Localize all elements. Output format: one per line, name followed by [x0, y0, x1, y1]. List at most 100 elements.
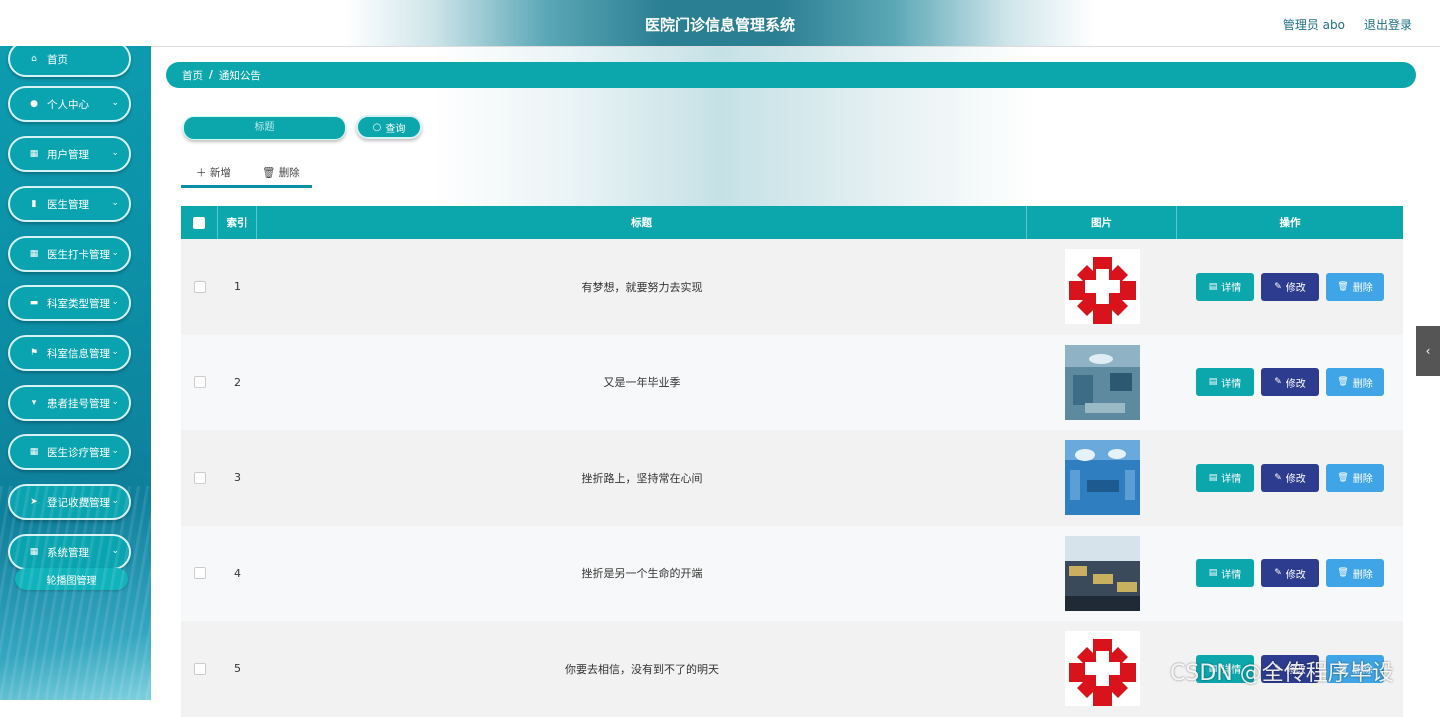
- chat-icon: ▬: [29, 298, 39, 308]
- row-checkbox[interactable]: [193, 376, 206, 389]
- app-title: 医院门诊信息管理系统: [644, 16, 795, 34]
- top-header: 医院门诊信息管理系统 管理员 abo 退出登录: [0, 0, 1440, 47]
- edit-button-label: 修改: [1285, 569, 1306, 581]
- chevron-down-icon: ⌄: [111, 248, 119, 258]
- sidebar-item-doctors[interactable]: ▮ 医生管理 ⌄: [8, 186, 131, 222]
- sidebar-item-label: 患者挂号管理: [47, 397, 110, 410]
- edit-button-label: 修改: [1285, 283, 1306, 295]
- header-image: 图片: [1027, 206, 1177, 239]
- flag-icon: ⚑: [29, 348, 39, 358]
- edit-button[interactable]: ✎ 修改: [1261, 463, 1319, 492]
- row-actions: ▤ 详情 ✎ 修改 🗑 删除: [1177, 430, 1403, 526]
- chevron-down-icon: ⌄: [111, 148, 119, 158]
- breadcrumb-separator: /: [209, 69, 213, 81]
- row-checkbox[interactable]: [193, 471, 206, 484]
- edit-button[interactable]: ✎ 修改: [1261, 368, 1319, 397]
- batch-delete-label: 删除: [278, 167, 300, 179]
- chevron-down-icon: ⌄: [111, 98, 119, 108]
- sidebar-item-system[interactable]: ▦ 系统管理 ⌄: [8, 534, 131, 570]
- trash-icon: 🗑: [1337, 472, 1349, 483]
- edit-button-label: 修改: [1285, 378, 1306, 390]
- select-all-checkbox[interactable]: [193, 216, 205, 229]
- row-index: 5: [234, 662, 241, 676]
- sidebar-subitem-carousel[interactable]: 轮播图管理: [15, 568, 128, 590]
- edit-button[interactable]: ✎ 修改: [1261, 559, 1319, 588]
- breadcrumb-home[interactable]: 首页: [182, 68, 203, 83]
- sidebar-item-home[interactable]: ⌂ 首页: [8, 46, 131, 77]
- pencil-icon: ✎: [1274, 568, 1282, 579]
- document-icon: ▤: [1208, 472, 1218, 483]
- sidebar-item-label: 个人中心: [47, 98, 89, 111]
- sidebar-item-label: 医生管理: [47, 198, 89, 211]
- collapse-panel-button[interactable]: ‹: [1416, 326, 1440, 376]
- title-search-input[interactable]: 标题: [183, 116, 346, 140]
- delete-button[interactable]: 🗑 删除: [1326, 368, 1384, 397]
- sidebar-item-label: 科室信息管理: [47, 347, 110, 360]
- table-row: 4 挫折是另一个生命的开端 ▤ 详情 ✎ 修改 🗑 删除: [181, 525, 1403, 622]
- sidebar-item-dept-info[interactable]: ⚑ 科室信息管理 ⌄: [8, 335, 131, 371]
- query-button[interactable]: ○ 查询: [356, 115, 422, 139]
- sidebar-item-billing[interactable]: ➤ 登记收费管理 ⌄: [8, 484, 131, 520]
- toolbar-underline: [181, 185, 312, 188]
- chevron-left-icon: ‹: [1425, 344, 1431, 358]
- sidebar-item-diagnosis[interactable]: ▦ 医生诊疗管理 ⌄: [8, 434, 131, 470]
- user-icon: ●: [30, 99, 38, 109]
- trash-icon: 🗑: [1337, 281, 1349, 292]
- row-image: [1027, 239, 1177, 335]
- sidebar-item-registration[interactable]: ▾ 患者挂号管理 ⌄: [8, 385, 131, 421]
- chevron-down-icon: ⌄: [111, 496, 119, 506]
- sidebar: ⌂ 首页 ● 个人中心 ⌄ ▦ 用户管理 ⌄ ▮ 医生管理 ⌄ ▦ 医生打卡管理…: [0, 46, 151, 700]
- grid-icon: ▦: [29, 149, 39, 159]
- edit-button[interactable]: ✎ 修改: [1261, 272, 1319, 301]
- row-checkbox[interactable]: [193, 567, 206, 580]
- detail-button-label: 详情: [1221, 283, 1242, 295]
- sidebar-item-attendance[interactable]: ▦ 医生打卡管理 ⌄: [8, 236, 131, 272]
- table-row: 2 又是一年毕业季 ▤ 详情 ✎ 修改 🗑 删除: [181, 334, 1403, 431]
- sidebar-item-profile[interactable]: ● 个人中心 ⌄: [8, 86, 131, 122]
- document-icon: ▤: [1208, 377, 1218, 388]
- select-all-cell: [181, 206, 218, 239]
- batch-delete-button[interactable]: 🗑 删除: [262, 165, 300, 180]
- notice-table: 索引 标题 图片 操作 1 有梦想，就要努力去实现 ▤ 详情 ✎ 修改 🗑 删除 2 又是一年毕业…: [181, 206, 1403, 717]
- delete-button[interactable]: 🗑 删除: [1326, 463, 1384, 492]
- detail-button[interactable]: ▤ 详情: [1196, 463, 1254, 492]
- pencil-icon: ✎: [1274, 377, 1282, 388]
- detail-button-label: 详情: [1221, 569, 1242, 581]
- chevron-down-icon: ⌄: [111, 198, 119, 208]
- delete-button-label: 删除: [1352, 474, 1373, 486]
- logout-link[interactable]: 退出登录: [1364, 16, 1412, 33]
- detail-button-label: 详情: [1221, 378, 1242, 390]
- document-icon: ▤: [1208, 281, 1218, 292]
- detail-button[interactable]: ▤ 详情: [1196, 559, 1254, 588]
- row-title: 挫折路上，坚持常在心间: [581, 471, 703, 485]
- clipboard-icon: ▮: [31, 199, 37, 209]
- delete-button[interactable]: 🗑 删除: [1326, 559, 1384, 588]
- table-row: 3 挫折路上，坚持常在心间 ▤ 详情 ✎ 修改 🗑 删除: [181, 430, 1403, 526]
- row-actions: ▤ 详情 ✎ 修改 🗑 删除: [1177, 335, 1403, 431]
- row-checkbox[interactable]: [193, 280, 206, 293]
- trash-icon: 🗑: [262, 167, 276, 179]
- home-icon: ⌂: [31, 54, 37, 64]
- delete-button-label: 删除: [1352, 283, 1373, 295]
- detail-button[interactable]: ▤ 详情: [1196, 272, 1254, 301]
- row-select-cell: [181, 239, 218, 335]
- row-checkbox[interactable]: [193, 662, 206, 675]
- add-button[interactable]: ＋ 新增: [196, 165, 231, 180]
- send-icon: ➤: [30, 497, 38, 507]
- row-index: 4: [234, 566, 241, 580]
- document-icon: ▤: [1208, 568, 1218, 579]
- plus-icon: ＋: [196, 167, 207, 179]
- row-index: 1: [234, 280, 241, 294]
- table-header: 索引 标题 图片 操作: [181, 206, 1403, 239]
- chevron-down-icon: ⌄: [111, 546, 119, 556]
- stamp-icon: ▾: [31, 398, 37, 408]
- breadcrumb: 首页 / 通知公告: [166, 62, 1416, 88]
- table-body: 1 有梦想，就要努力去实现 ▤ 详情 ✎ 修改 🗑 删除 2 又是一年毕业季 ▤ 详情 ✎ 修改 🗑 删除 3 挫…: [181, 239, 1403, 717]
- sidebar-item-dept-types[interactable]: ▬ 科室类型管理 ⌄: [8, 285, 131, 321]
- delete-button[interactable]: 🗑 删除: [1326, 272, 1384, 301]
- detail-button[interactable]: ▤ 详情: [1196, 368, 1254, 397]
- grid-icon: ▦: [29, 447, 39, 457]
- sidebar-item-users[interactable]: ▦ 用户管理 ⌄: [8, 136, 131, 172]
- row-select-cell: [181, 526, 218, 622]
- row-title: 挫折是另一个生命的开端: [581, 567, 703, 581]
